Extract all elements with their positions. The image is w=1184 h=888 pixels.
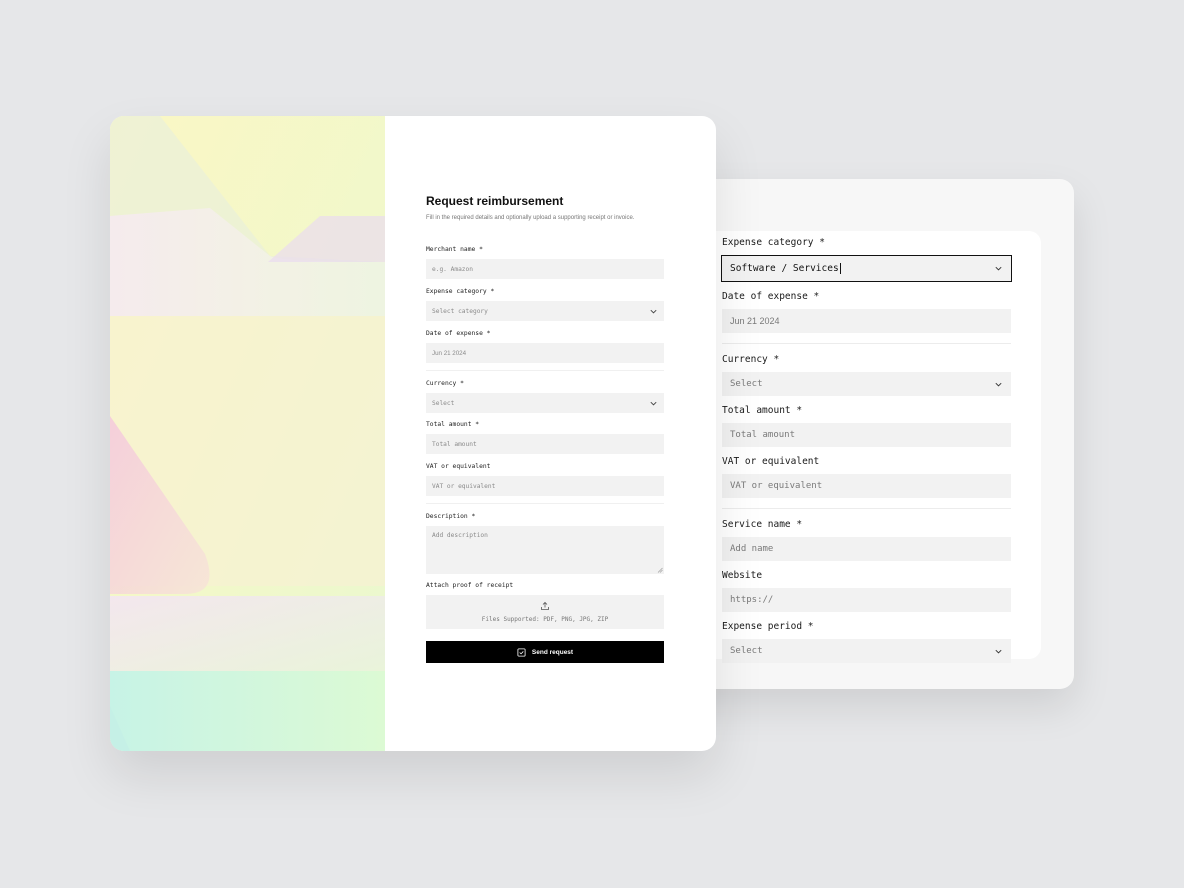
send-request-button[interactable]: Send request xyxy=(426,641,664,663)
detail-service-name-label: Service name * xyxy=(722,519,803,530)
detail-total-amount-placeholder: Total amount xyxy=(730,430,796,440)
chevron-down-icon xyxy=(995,382,1002,386)
detail-service-name-input[interactable]: Add name xyxy=(722,537,1011,561)
detail-service-name-placeholder: Add name xyxy=(730,544,774,554)
currency-placeholder: Select xyxy=(432,399,455,407)
description-textarea[interactable]: Add description xyxy=(426,526,664,574)
resize-handle-icon[interactable] xyxy=(657,567,663,573)
date-field[interactable]: Jun 21 2024 xyxy=(426,343,664,363)
detail-expense-category-select[interactable]: Software / Services xyxy=(721,255,1012,282)
detail-vat-placeholder: VAT or equivalent xyxy=(730,481,823,491)
divider xyxy=(426,370,664,371)
upload-hint: Files Supported: PDF, PNG, JPG, ZIP xyxy=(481,616,609,623)
form-subtitle: Fill in the required details and optiona… xyxy=(426,215,635,221)
chevron-down-icon xyxy=(650,401,657,405)
vat-input[interactable]: VAT or equivalent xyxy=(426,476,664,496)
detail-currency-placeholder: Select xyxy=(730,379,763,389)
detail-date-label: Date of expense * xyxy=(722,291,820,302)
vat-placeholder: VAT or equivalent xyxy=(432,482,496,490)
form-title: Request reimbursement xyxy=(426,194,564,208)
abstract-shapes-illustration xyxy=(110,116,385,751)
decorative-artwork xyxy=(110,116,385,751)
description-placeholder: Add description xyxy=(432,532,488,539)
send-request-label: Send request xyxy=(531,648,574,656)
divider xyxy=(426,503,664,504)
total-amount-label: Total amount * xyxy=(426,421,480,428)
merchant-name-placeholder: e.g. Amazon xyxy=(432,265,473,273)
attachment-label: Attach proof of receipt xyxy=(426,582,514,589)
reimbursement-card: Request reimbursement Fill in the requir… xyxy=(110,116,716,751)
expense-category-placeholder: Select category xyxy=(432,307,488,315)
detail-currency-label: Currency * xyxy=(722,354,780,365)
chevron-down-icon xyxy=(650,309,657,313)
total-amount-placeholder: Total amount xyxy=(432,440,477,448)
chevron-down-icon xyxy=(995,649,1002,653)
text-caret xyxy=(839,263,841,274)
detail-currency-select[interactable]: Select xyxy=(722,372,1011,396)
date-label: Date of expense * xyxy=(426,330,491,337)
detail-expense-period-select[interactable]: Select xyxy=(722,639,1011,663)
detail-total-amount-input[interactable]: Total amount xyxy=(722,423,1011,447)
expense-category-label: Expense category * xyxy=(426,288,495,295)
detail-date-field[interactable]: Jun 21 2024 xyxy=(722,309,1011,333)
file-upload-dropzone[interactable]: Files Supported: PDF, PNG, JPG, ZIP xyxy=(426,595,664,629)
detail-expense-period-placeholder: Select xyxy=(730,646,763,656)
detail-expense-category-value: Software / Services xyxy=(730,263,839,274)
detail-vat-input[interactable]: VAT or equivalent xyxy=(722,474,1011,498)
check-square-icon xyxy=(517,647,526,657)
merchant-name-input[interactable]: e.g. Amazon xyxy=(426,259,664,279)
currency-select[interactable]: Select xyxy=(426,393,664,413)
detail-expense-period-label: Expense period * xyxy=(722,621,814,632)
detail-website-input[interactable]: https:// xyxy=(722,588,1011,612)
upload-icon xyxy=(541,601,549,610)
currency-label: Currency * xyxy=(426,380,464,387)
chevron-down-icon xyxy=(995,266,1002,271)
total-amount-input[interactable]: Total amount xyxy=(426,434,664,454)
detail-total-amount-label: Total amount * xyxy=(722,405,803,416)
merchant-name-label: Merchant name * xyxy=(426,246,483,253)
detail-date-value: Jun 21 2024 xyxy=(730,316,780,326)
detail-vat-label: VAT or equivalent xyxy=(722,456,820,467)
date-value: Jun 21 2024 xyxy=(432,349,467,357)
detail-expense-category-label: Expense category * xyxy=(722,237,825,248)
description-label: Description * xyxy=(426,513,476,520)
expense-category-select[interactable]: Select category xyxy=(426,301,664,321)
vat-label: VAT or equivalent xyxy=(426,463,491,470)
detail-website-placeholder: https:// xyxy=(730,595,774,605)
detail-website-label: Website xyxy=(722,570,763,581)
